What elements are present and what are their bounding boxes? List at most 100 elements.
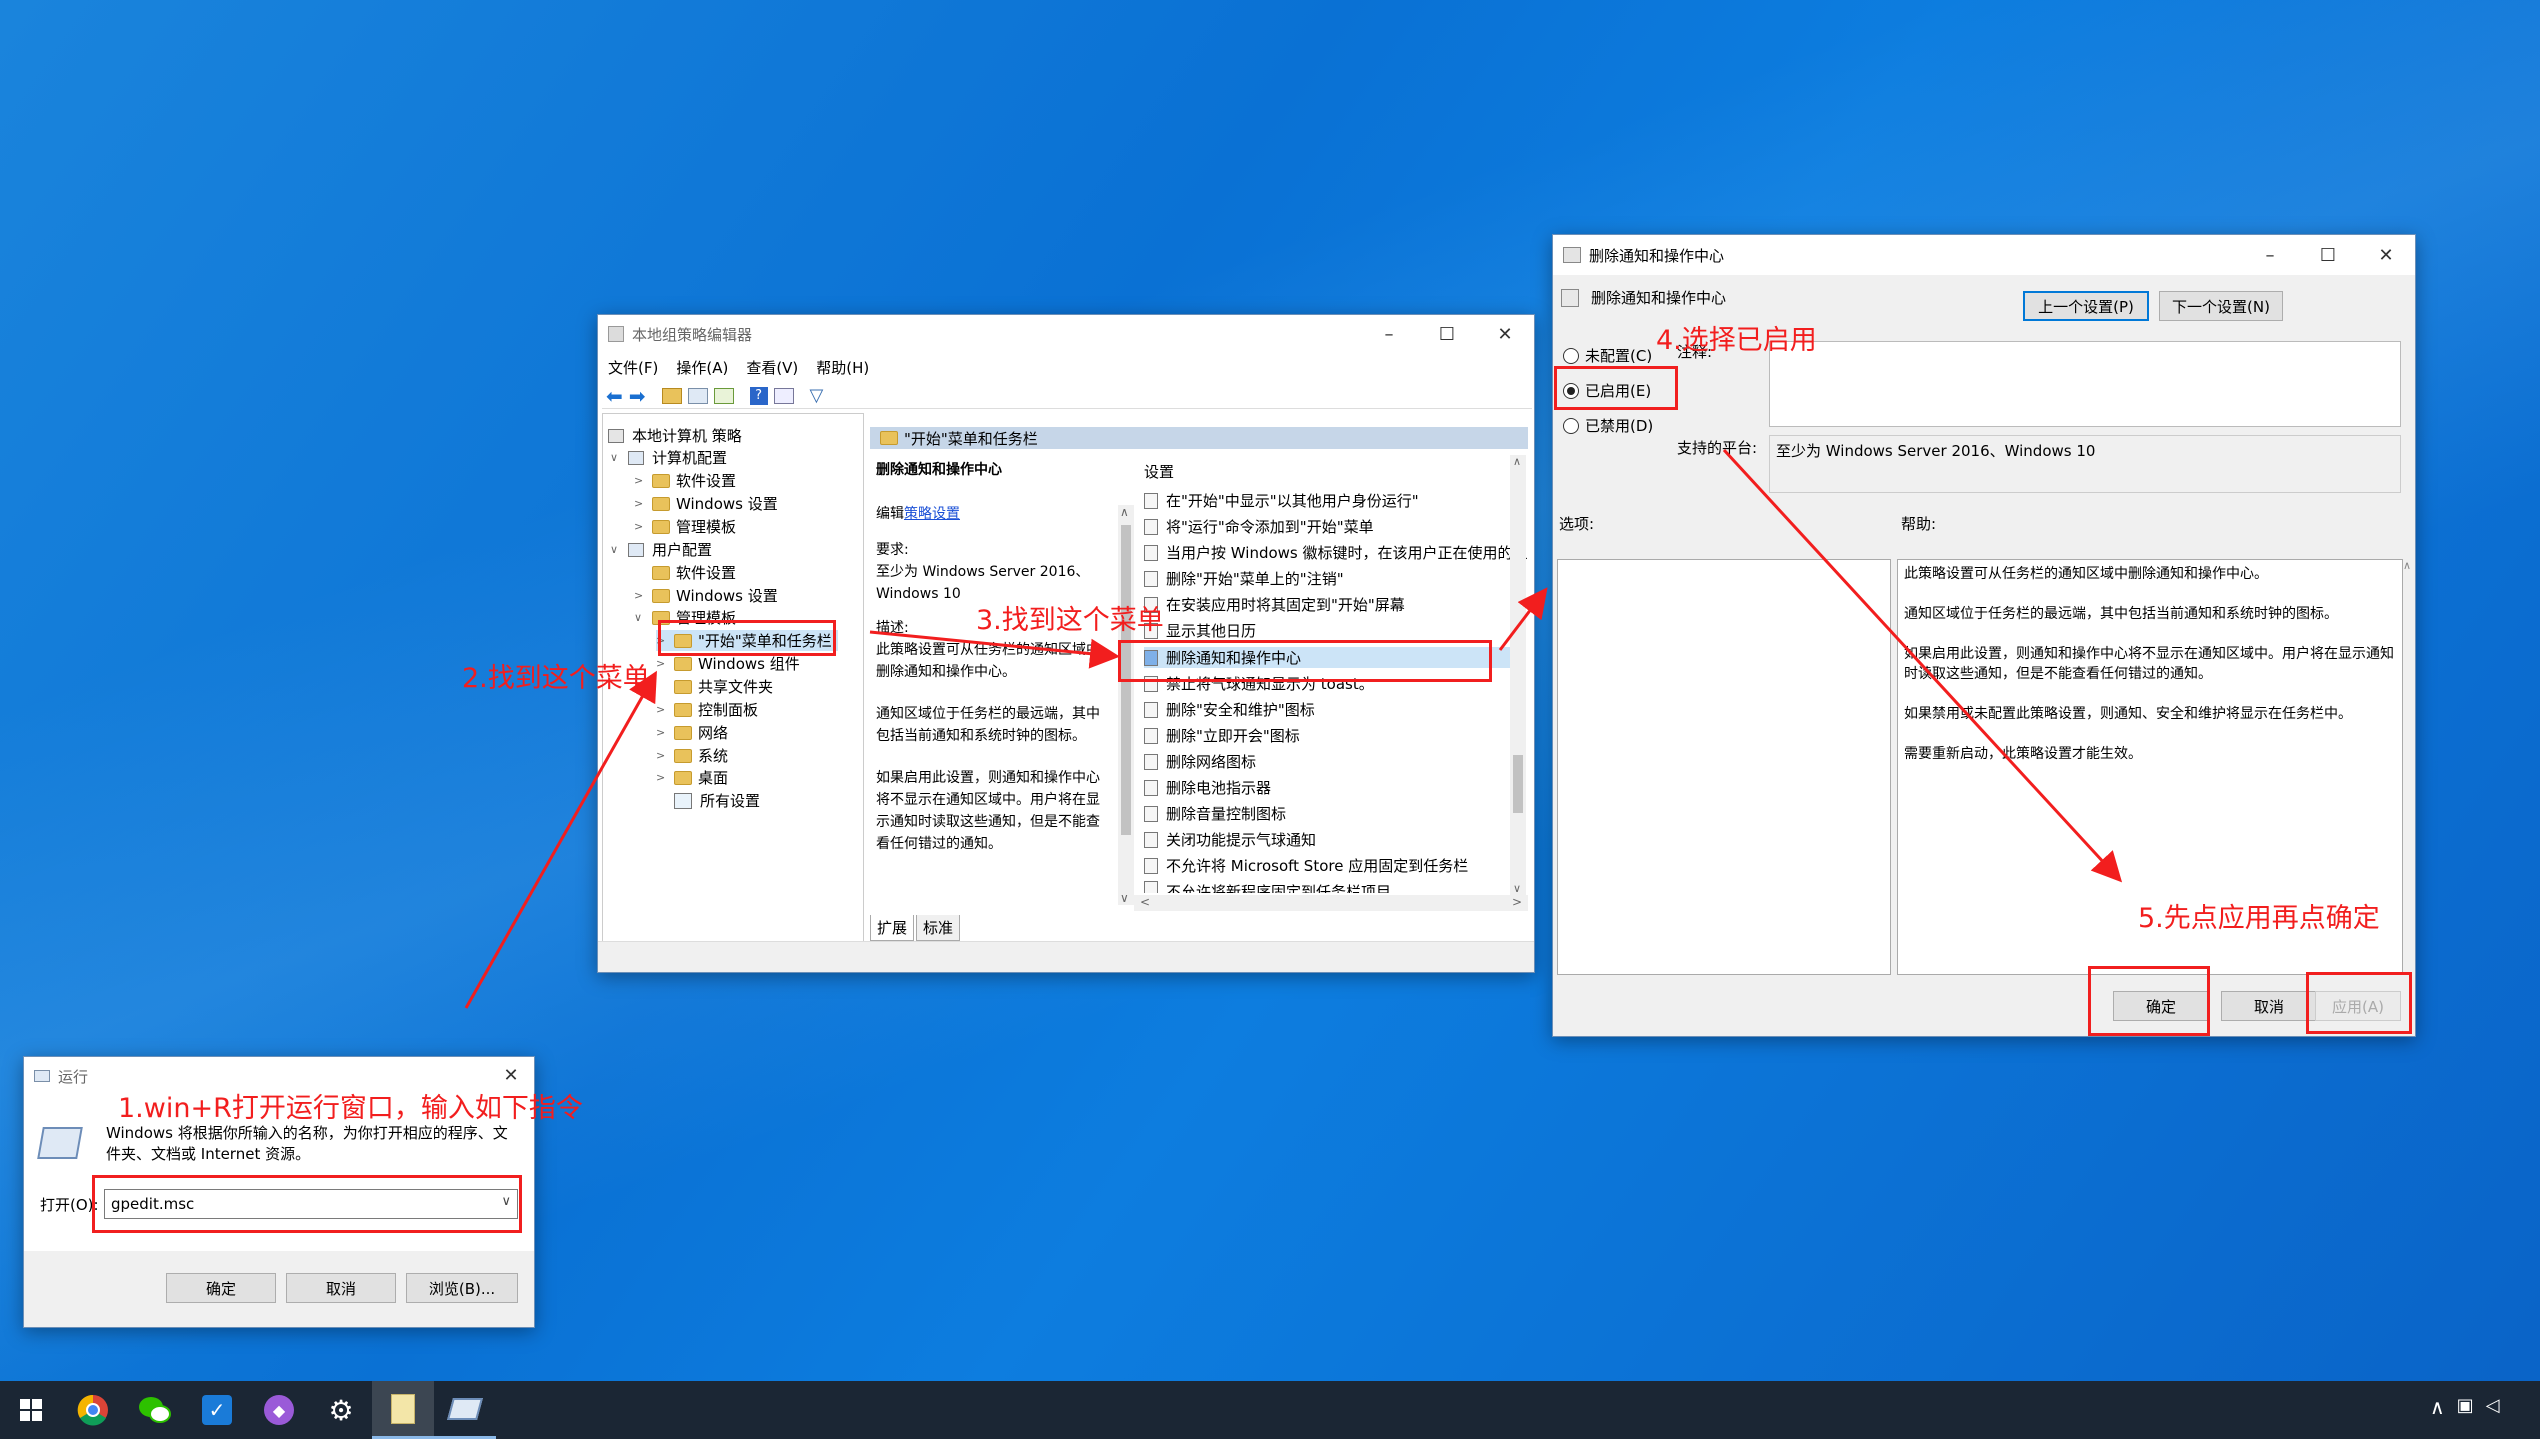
desc-p3: 如果启用此设置，则通知和操作中心将不显示在通知区域中。用户将在显示通知时读取这些… — [876, 770, 1100, 852]
toolbar: ⬅ ➡ ? ▽ — [602, 383, 1532, 409]
settings-hscrollbar[interactable]: < > — [1134, 895, 1528, 911]
up-folder-icon[interactable] — [661, 387, 682, 404]
tree-item-windows-settings[interactable]: > Windows 设置 — [634, 493, 778, 514]
close-button[interactable]: ✕ — [1476, 315, 1534, 353]
chrome-icon[interactable] — [62, 1381, 124, 1439]
menu-bar: 文件(F) 操作(A) 查看(V) 帮助(H) — [608, 353, 869, 381]
tree-item-user-windows[interactable]: > Windows 设置 — [634, 585, 778, 606]
setting-row[interactable]: 删除网络图标 — [1144, 751, 1256, 772]
platform-value: 至少为 Windows Server 2016、Windows 10 — [1769, 435, 2401, 493]
policy-name-row: 删除通知和操作中心 — [1561, 287, 1726, 308]
minimize-button[interactable]: – — [1360, 315, 1418, 353]
tree-item-control-panel[interactable]: > 控制面板 — [656, 699, 758, 720]
tree-item-system[interactable]: > 系统 — [656, 745, 728, 766]
windows-icon — [20, 1399, 42, 1421]
tree-item-all-settings[interactable]: 所有设置 — [656, 790, 760, 811]
annotation-step-5: 5.先点应用再点确定 — [2138, 903, 2380, 934]
annotation-step-3: 3.找到这个菜单 — [976, 605, 1164, 636]
tree-item-network[interactable]: > 网络 — [656, 722, 728, 743]
setting-row[interactable]: 在安装应用时将其固定到"开始"屏幕 — [1144, 594, 1405, 615]
show-hide-tree-icon[interactable] — [687, 387, 708, 404]
policy-name: 删除通知和操作中心 — [1591, 289, 1727, 307]
tab-standard[interactable]: 标准 — [916, 915, 961, 941]
tree-item-desktop[interactable]: > 桌面 — [656, 767, 728, 788]
comment-textarea[interactable] — [1769, 341, 2401, 427]
content-header-title: "开始"菜单和任务栏 — [904, 429, 1038, 448]
view-tabs: 扩展 标准 — [870, 915, 961, 941]
properties-icon[interactable] — [773, 387, 794, 404]
folder-icon — [880, 431, 898, 445]
network-icon[interactable]: ▣ — [2457, 1395, 2474, 1419]
run-icon — [37, 1127, 83, 1159]
settings-column-header[interactable]: 设置 — [1144, 461, 1174, 482]
maximize-button[interactable]: ☐ — [1418, 315, 1476, 353]
setting-row[interactable]: 删除电池指示器 — [1144, 777, 1271, 798]
tree-item-local-policy[interactable]: 本地计算机 策略 — [608, 425, 742, 446]
minimize-button[interactable]: – — [2241, 235, 2299, 275]
tree-item-admin-templates[interactable]: > 管理模板 — [634, 516, 736, 537]
tree-item-shared-folders[interactable]: 共享文件夹 — [656, 676, 773, 697]
policy-app-icon — [1563, 247, 1581, 263]
tree-item-user-config[interactable]: ∨ 用户配置 — [610, 539, 712, 560]
desc-scrollbar[interactable]: ∧ ∨ — [1118, 505, 1134, 905]
tree-item-windows-components[interactable]: > Windows 组件 — [656, 653, 800, 674]
settings-scrollbar[interactable]: ∧ ∨ — [1510, 455, 1526, 895]
highlight-start-menu — [658, 620, 836, 656]
next-setting-button[interactable]: 下一个设置(N) — [2159, 291, 2283, 321]
menu-view[interactable]: 查看(V) — [746, 357, 798, 378]
tab-extended[interactable]: 扩展 — [870, 915, 915, 941]
setting-row[interactable]: 关闭功能提示气球通知 — [1144, 829, 1316, 850]
radio-disabled[interactable]: 已禁用(D) — [1563, 415, 1653, 436]
setting-row[interactable]: 不允许将新程序固定到任务栏项目 — [1144, 881, 1391, 893]
help-icon[interactable]: ? — [749, 386, 768, 405]
desc-req-label: 要求: — [876, 542, 909, 558]
annotation-step-4: 4.选择已启用 — [1656, 325, 1817, 356]
run-browse-button[interactable]: 浏览(B)... — [406, 1273, 518, 1303]
setting-row[interactable]: 删除"安全和维护"图标 — [1144, 699, 1315, 720]
setting-row[interactable]: 不允许将 Microsoft Store 应用固定到任务栏 — [1144, 855, 1468, 876]
setting-row[interactable]: 删除"开始"菜单上的"注销" — [1144, 568, 1344, 589]
settings-icon[interactable]: ⚙ — [310, 1381, 372, 1439]
prev-setting-button[interactable]: 上一个设置(P) — [2023, 291, 2149, 321]
export-icon[interactable] — [713, 387, 734, 404]
close-button[interactable]: ✕ — [2357, 235, 2415, 275]
wechat-icon[interactable] — [124, 1381, 186, 1439]
radio-not-configured[interactable]: 未配置(C) — [1563, 345, 1652, 366]
chevron-up-icon[interactable]: ∧ — [2430, 1395, 2445, 1419]
taskbar: ✓ ◆ ⚙ ∧ ▣ ◁ — [0, 1381, 2540, 1439]
highlight-apply — [2306, 972, 2412, 1034]
tree-item-computer-config[interactable]: ∨ 计算机配置 — [610, 447, 727, 468]
policy-settings-link[interactable]: 策略设置 — [904, 506, 960, 522]
maximize-button[interactable]: ☐ — [2299, 235, 2357, 275]
help-p5: 需要重新启动，此策略设置才能生效。 — [1904, 746, 2142, 762]
setting-row[interactable]: 当用户按 Windows 徽标键时，在该用户正在使用的显 — [1144, 542, 1528, 563]
menu-file[interactable]: 文件(F) — [608, 357, 658, 378]
forward-icon[interactable]: ➡ — [629, 384, 646, 408]
filter-icon[interactable]: ▽ — [810, 385, 824, 406]
run-icon[interactable] — [434, 1381, 496, 1439]
setting-row[interactable]: 在"开始"中显示"以其他用户身份运行" — [1144, 490, 1419, 511]
back-icon[interactable]: ⬅ — [606, 384, 623, 408]
menu-action[interactable]: 操作(A) — [676, 357, 728, 378]
run-ok-button[interactable]: 确定 — [166, 1273, 276, 1303]
volume-icon[interactable]: ◁ — [2486, 1395, 2500, 1419]
setting-row[interactable]: 删除音量控制图标 — [1144, 803, 1286, 824]
tree-item-software-settings[interactable]: > 软件设置 — [634, 470, 736, 491]
run-app-icon — [34, 1070, 50, 1082]
cat-icon[interactable]: ◆ — [248, 1381, 310, 1439]
cancel-button[interactable]: 取消 — [2221, 991, 2317, 1021]
setting-row[interactable]: 将"运行"命令添加到"开始"菜单 — [1144, 516, 1374, 537]
help-p3: 如果启用此设置，则通知和操作中心将不显示在通知区域中。用户将在显示通知时读取这些… — [1904, 646, 2394, 682]
run-cancel-button[interactable]: 取消 — [286, 1273, 396, 1303]
tree-item-user-software[interactable]: 软件设置 — [634, 562, 736, 583]
annotation-step-1: 1.win+R打开运行窗口，输入如下指令 — [118, 1093, 583, 1124]
notepad-icon[interactable] — [372, 1381, 434, 1439]
policy-window-title: 删除通知和操作中心 — [1589, 246, 1725, 265]
setting-row[interactable]: 删除"立即开会"图标 — [1144, 725, 1300, 746]
help-scrollbar[interactable]: ∧ — [2403, 559, 2415, 975]
help-p4: 如果禁用或未配置此策略设置，则通知、安全和维护将显示在任务栏中。 — [1904, 706, 2352, 722]
menu-help[interactable]: 帮助(H) — [816, 357, 869, 378]
start-button[interactable] — [0, 1381, 62, 1439]
todo-icon[interactable]: ✓ — [186, 1381, 248, 1439]
desc-policy-title: 删除通知和操作中心 — [876, 462, 1002, 478]
